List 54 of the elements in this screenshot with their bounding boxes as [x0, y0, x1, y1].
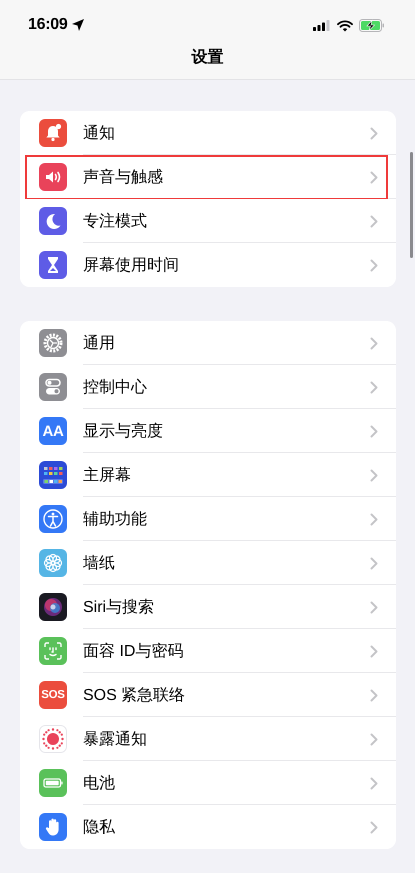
row-label: 声音与触感: [83, 168, 164, 188]
flower-icon: [39, 549, 67, 577]
speaker-icon: [39, 163, 67, 191]
row-label: 专注模式: [83, 212, 148, 232]
chevron-icon: [370, 600, 378, 614]
chevron-icon: [370, 732, 378, 746]
row-label: 控制中心: [83, 378, 148, 398]
status-time: 16:09: [28, 16, 68, 34]
face-id-icon: [39, 637, 67, 665]
battery-icon: [39, 769, 67, 797]
chevron-icon: [370, 468, 378, 482]
row-label: SOS 紧急联络: [83, 686, 186, 706]
chevron-icon: [370, 688, 378, 702]
signal-icon: [313, 20, 331, 31]
moon-icon: [39, 207, 67, 235]
row-label: 通知: [83, 124, 116, 144]
chevron-icon: [370, 170, 378, 184]
chevron-icon: [370, 126, 378, 140]
bell-icon: [39, 119, 67, 147]
row-label: Siri与搜索: [83, 598, 156, 618]
chevron-icon: [370, 258, 378, 272]
accessibility-icon: [39, 505, 67, 533]
chevron-icon: [370, 512, 378, 526]
chevron-icon: [370, 820, 378, 834]
row-label: 面容 ID与密码: [83, 642, 184, 662]
row-label: 电池: [83, 774, 116, 794]
chevron-icon: [370, 424, 378, 438]
chevron-icon: [370, 644, 378, 658]
row-label: 通用: [83, 334, 116, 354]
toggles-icon: [39, 373, 67, 401]
sos-icon: SOS: [39, 681, 67, 709]
row-label: 隐私: [83, 818, 116, 838]
text-size-icon: AA: [39, 417, 67, 445]
row-label: 显示与亮度: [83, 422, 164, 442]
chevron-icon: [370, 776, 378, 790]
orb-icon: [39, 593, 67, 621]
chevron-icon: [370, 556, 378, 570]
hourglass-icon: [39, 251, 67, 279]
row-label: 墙纸: [83, 554, 116, 574]
app-grid-icon: [39, 461, 67, 489]
wifi-icon: [337, 20, 353, 32]
battery-charging-icon: [359, 19, 385, 32]
chevron-icon: [370, 214, 378, 228]
exposure-icon: [39, 725, 67, 753]
row-label: 辅助功能: [83, 510, 148, 530]
gear-icon: [39, 329, 67, 357]
row-label: 主屏幕: [83, 466, 132, 486]
hand-icon: [39, 813, 67, 841]
row-label: 暴露通知: [83, 730, 148, 750]
chevron-icon: [370, 336, 378, 350]
location-arrow-icon: [71, 18, 86, 32]
nav-title: 设置: [192, 48, 224, 68]
row-label: 屏幕使用时间: [83, 256, 180, 276]
chevron-icon: [370, 380, 378, 394]
